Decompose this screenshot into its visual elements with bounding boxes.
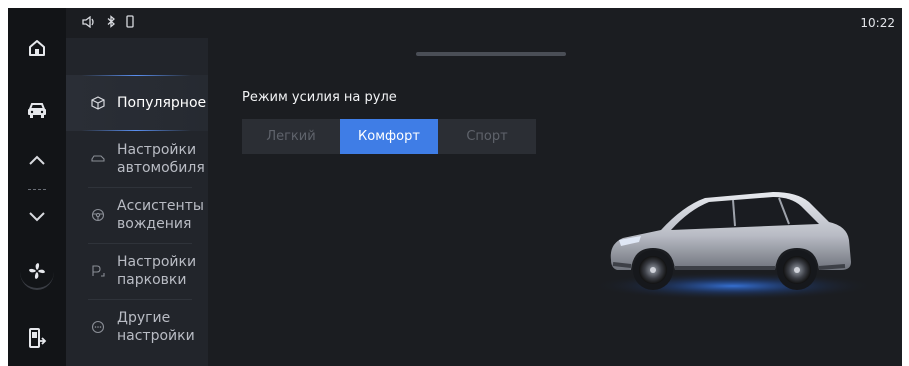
menu-item-parking-settings[interactable]: Настройки парковки (66, 243, 208, 299)
status-bar: 10:22 (66, 8, 902, 38)
more-icon (91, 320, 105, 334)
chevron-down-icon (28, 210, 46, 222)
steering-option-light[interactable]: Легкий (242, 119, 340, 154)
steering-wheel-icon (91, 208, 105, 222)
volume-icon (82, 15, 96, 31)
menu-item-label: Популярное (117, 95, 207, 111)
home-button[interactable] (8, 28, 66, 68)
scroll-down-button[interactable] (8, 196, 66, 236)
rail-divider (28, 189, 46, 191)
vehicle-button[interactable] (8, 90, 66, 130)
clock: 10:22 (860, 16, 895, 30)
steering-mode-selector: Легкий Комфорт Спорт (242, 119, 536, 154)
exit-icon (27, 327, 47, 349)
settings-menu: Популярное Настройки автомобиля Ассистен… (66, 38, 208, 366)
steering-option-sport[interactable]: Спорт (438, 119, 536, 154)
car-icon (26, 101, 48, 119)
menu-item-vehicle-settings[interactable]: Настройки автомобиля (66, 131, 208, 187)
head-unit-screen: 10:22 Популярное Настройки автомобиля Ас… (8, 8, 902, 366)
menu-item-label: Настройки автомобиля (117, 142, 205, 176)
menu-item-driver-assist[interactable]: Ассистенты вождения (66, 187, 208, 243)
cube-icon (91, 96, 105, 110)
panel-drag-handle[interactable] (416, 52, 566, 56)
car-outline-icon (91, 152, 105, 166)
menu-item-popular[interactable]: Популярное (66, 75, 208, 131)
left-rail (8, 8, 66, 366)
bluetooth-icon (106, 15, 116, 31)
menu-item-label: Ассистенты вождения (117, 198, 204, 232)
menu-item-label: Настройки парковки (117, 254, 197, 288)
menu-item-label: Другие настройки (117, 310, 195, 344)
home-icon (27, 38, 47, 58)
scroll-up-button[interactable] (8, 140, 66, 180)
vehicle-image (583, 178, 883, 308)
steering-option-comfort[interactable]: Комфорт (340, 119, 438, 154)
menu-item-other-settings[interactable]: Другие настройки (66, 299, 208, 355)
fan-icon (27, 261, 47, 281)
steering-mode-title: Режим усилия на руле (242, 90, 397, 105)
chevron-up-icon (28, 154, 46, 166)
exit-button[interactable] (8, 318, 66, 358)
parking-icon (91, 264, 105, 278)
climate-fan-button[interactable] (8, 251, 66, 291)
battery-icon (126, 15, 134, 31)
